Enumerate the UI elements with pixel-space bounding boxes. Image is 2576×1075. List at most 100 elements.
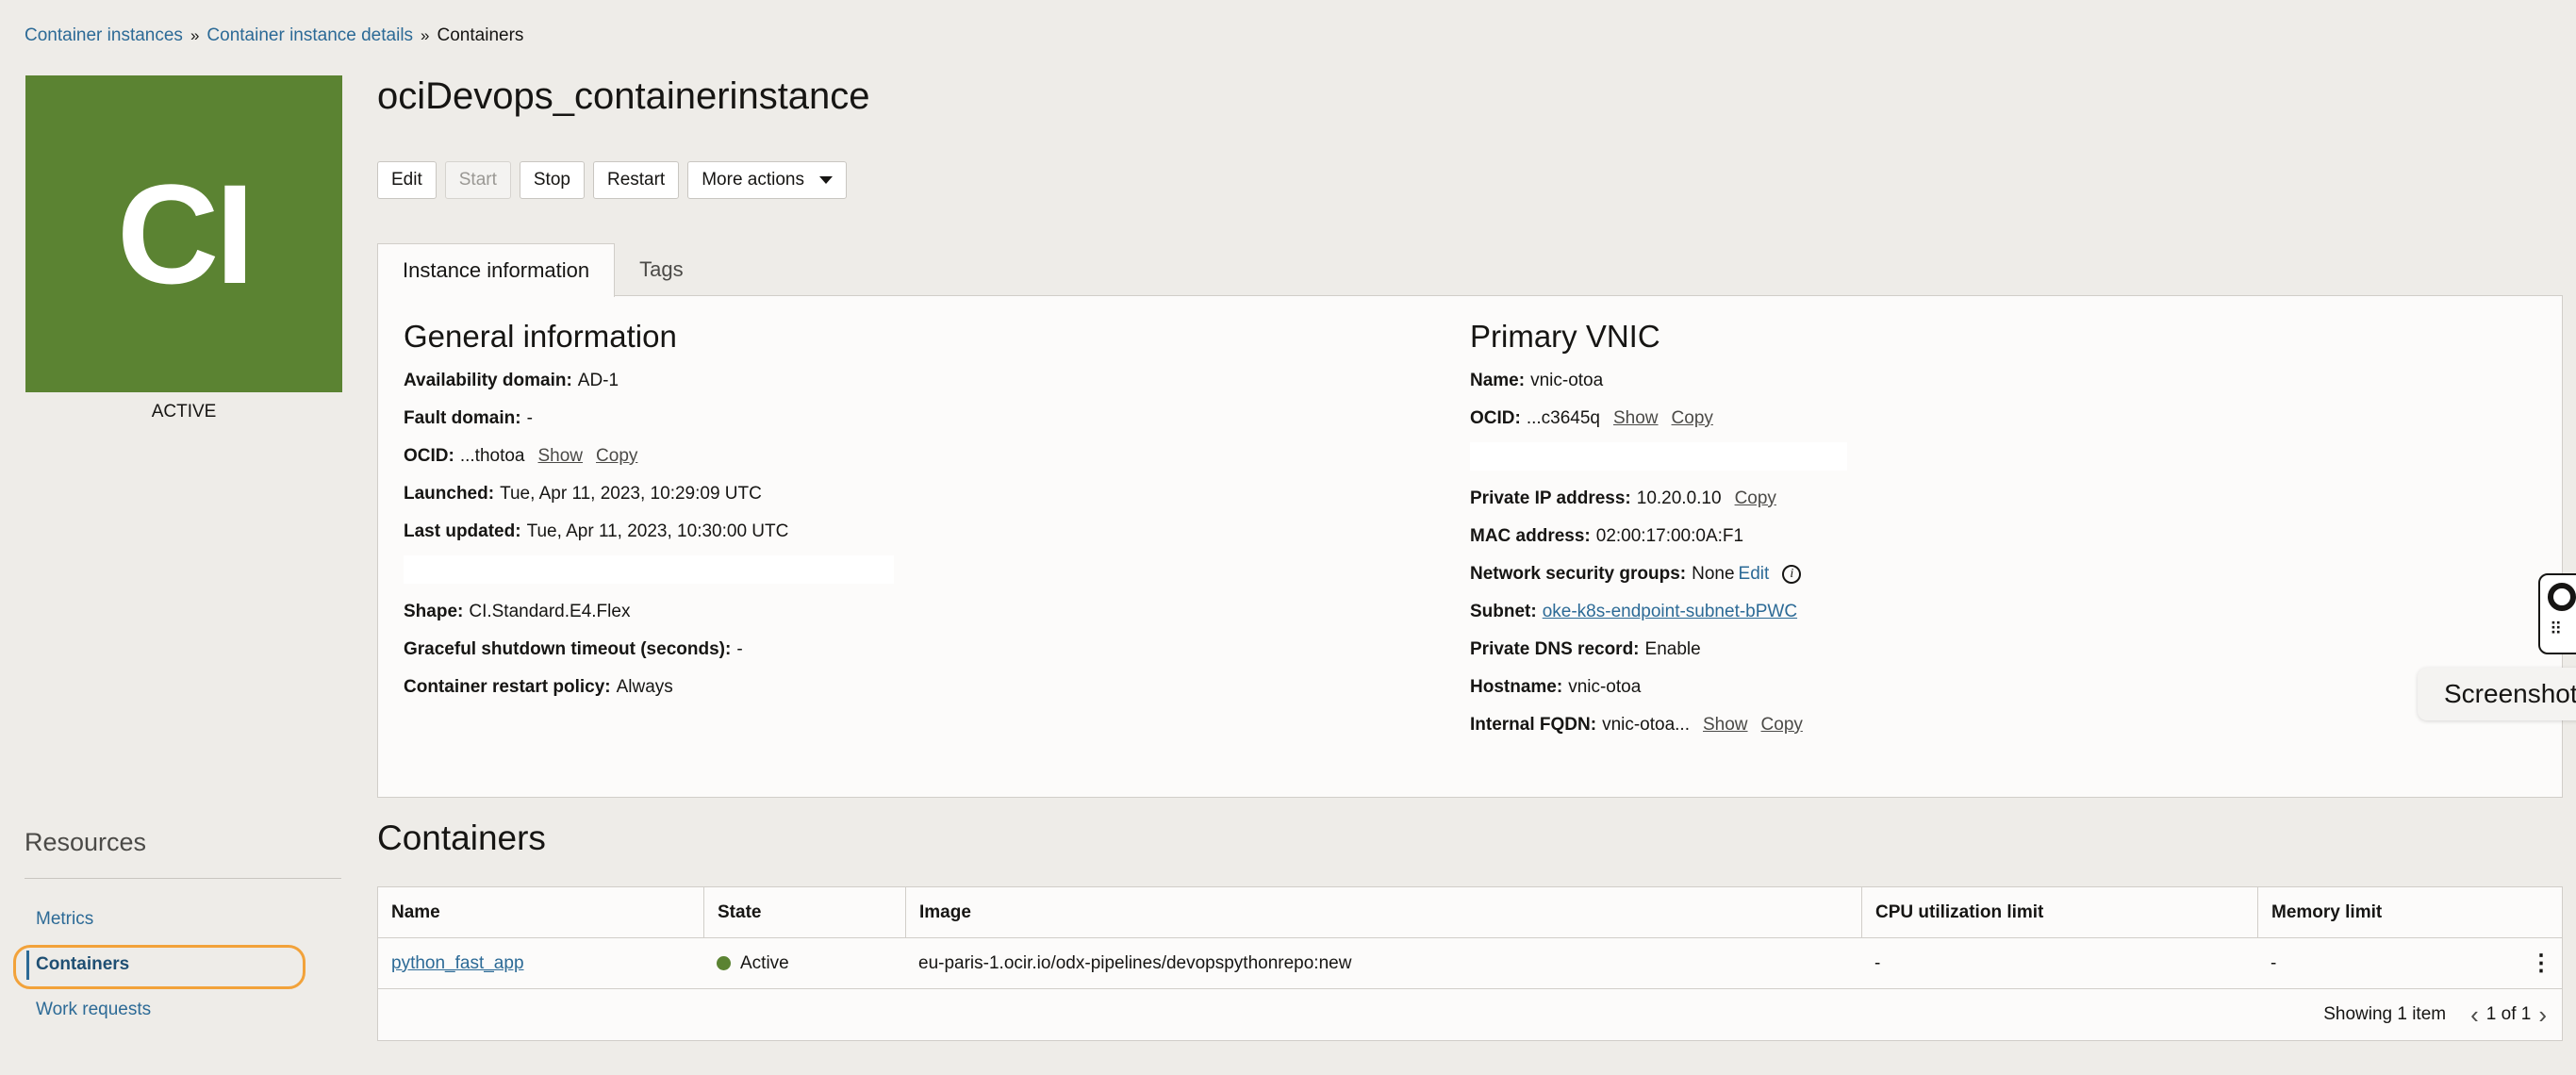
status-dot-icon — [717, 956, 731, 970]
resource-item-metrics[interactable]: Metrics — [36, 909, 93, 930]
field-value: AD-1 — [577, 371, 619, 390]
grid-icon: ⠿ — [2550, 620, 2564, 638]
field-label: Graceful shutdown timeout (seconds): — [404, 639, 732, 659]
page-indicator: 1 of 1 — [2485, 1004, 2532, 1024]
breadcrumb-container-instances[interactable]: Container instances — [25, 25, 183, 46]
chevron-right-icon[interactable]: › — [2538, 1002, 2547, 1027]
field-label: Availability domain: — [404, 371, 572, 390]
caret-down-icon — [819, 176, 833, 184]
subnet-link[interactable]: oke-k8s-endpoint-subnet-bPWC — [1543, 602, 1797, 622]
resources-divider — [25, 878, 341, 879]
ocid-show-link[interactable]: Show — [538, 446, 584, 467]
tab-bar: Instance information Tags — [377, 243, 708, 297]
mac-address-row: MAC address: 02:00:17:00:0A:F1 — [1470, 518, 2413, 555]
fqdn-copy-link[interactable]: Copy — [1761, 715, 1803, 736]
field-label: Internal FQDN: — [1470, 715, 1597, 735]
container-memory-cell: - ⋮ — [2257, 938, 2562, 988]
field-label: MAC address: — [1470, 526, 1591, 546]
breadcrumb: Container instances » Container instance… — [25, 25, 523, 46]
action-toolbar: Edit Start Stop Restart More actions — [377, 161, 847, 199]
field-label: Private IP address: — [1470, 488, 1631, 508]
resource-item-containers[interactable]: Containers — [36, 954, 129, 975]
row-actions-kebab-icon[interactable]: ⋮ — [2530, 951, 2552, 975]
field-value: Always — [616, 677, 673, 697]
field-label: Container restart policy: — [404, 677, 611, 697]
container-name-link[interactable]: python_fast_app — [391, 953, 524, 974]
container-cpu-cell: - — [1874, 952, 1881, 973]
field-label: Hostname: — [1470, 677, 1563, 697]
more-actions-label: More actions — [702, 170, 804, 190]
field-value: 10.20.0.10 — [1636, 488, 1722, 508]
resources-title: Resources — [25, 828, 147, 856]
field-label: Last updated: — [404, 521, 521, 541]
column-header-image[interactable]: Image — [905, 887, 1861, 937]
stop-button[interactable]: Stop — [519, 161, 585, 199]
hostname-row: Hostname: vnic-otoa — [1470, 669, 2413, 706]
last-updated-row: Last updated: Tue, Apr 11, 2023, 10:30:0… — [404, 513, 1346, 551]
resource-item-work-requests[interactable]: Work requests — [36, 1000, 151, 1020]
field-label: Launched: — [404, 484, 495, 504]
ocid-copy-link[interactable]: Copy — [596, 446, 637, 467]
private-ip-copy-link[interactable]: Copy — [1735, 488, 1776, 509]
column-header-name[interactable]: Name — [378, 887, 703, 937]
avatar-initials: CI — [117, 154, 255, 313]
resource-item-active-indicator — [26, 951, 29, 980]
lifebuoy-icon — [2548, 583, 2576, 611]
field-value: 02:00:17:00:0A:F1 — [1595, 526, 1744, 546]
tab-tags[interactable]: Tags — [615, 243, 707, 296]
more-actions-button[interactable]: More actions — [687, 161, 847, 199]
fault-domain-row: Fault domain: - — [404, 400, 1346, 438]
fqdn-row: Internal FQDN: vnic-otoa... Show Copy — [1470, 706, 2413, 744]
field-value: vnic-otoa... — [1602, 715, 1690, 735]
start-button: Start — [444, 161, 511, 199]
fqdn-show-link[interactable]: Show — [1703, 715, 1748, 736]
placeholder-bar — [404, 555, 894, 584]
placeholder-bar — [1470, 442, 1847, 471]
vnic-ocid-show-link[interactable]: Show — [1613, 408, 1659, 429]
field-value: ...c3645q — [1526, 408, 1600, 428]
tab-instance-information[interactable]: Instance information — [377, 243, 616, 297]
chevron-left-icon[interactable]: ‹ — [2470, 1002, 2479, 1027]
container-image-cell: eu-paris-1.ocir.io/odx-pipelines/devopsp… — [918, 952, 1352, 973]
screenshot-button[interactable]: Screenshot — [2418, 668, 2576, 720]
edit-button[interactable]: Edit — [377, 161, 437, 199]
help-widget[interactable]: ⠿ — [2538, 573, 2576, 654]
breadcrumb-container-instance-details[interactable]: Container instance details — [206, 25, 413, 46]
container-name-cell: python_fast_app — [378, 938, 703, 988]
field-label: OCID: — [1470, 408, 1521, 428]
column-header-cpu[interactable]: CPU utilization limit — [1861, 887, 2257, 937]
field-value: None — [1692, 564, 1735, 584]
breadcrumb-separator: » — [190, 26, 200, 44]
nsg-edit-link[interactable]: Edit — [1739, 564, 1770, 585]
vnic-ocid-copy-link[interactable]: Copy — [1672, 408, 1713, 429]
column-header-memory[interactable]: Memory limit — [2257, 887, 2562, 937]
nsg-row: Network security groups: None Edit i — [1470, 555, 2413, 593]
field-label: Fault domain: — [404, 408, 521, 428]
container-state-cell: Active — [703, 938, 905, 988]
field-value: vnic-otoa — [1568, 677, 1642, 697]
containers-title: Containers — [377, 819, 546, 857]
breadcrumb-separator: » — [421, 26, 430, 44]
column-header-state[interactable]: State — [703, 887, 905, 937]
restart-button[interactable]: Restart — [592, 161, 680, 199]
field-label: Subnet: — [1470, 602, 1537, 621]
field-label: Private DNS record: — [1470, 639, 1640, 659]
shape-row: Shape: CI.Standard.E4.Flex — [404, 593, 1346, 631]
private-dns-row: Private DNS record: Enable — [1470, 631, 2413, 669]
primary-vnic-title: Primary VNIC — [1470, 319, 1660, 354]
subnet-row: Subnet: oke-k8s-endpoint-subnet-bPWC — [1470, 593, 2413, 631]
info-icon[interactable]: i — [1782, 565, 1802, 584]
field-value: ...thotoa — [459, 446, 525, 466]
field-value: Tue, Apr 11, 2023, 10:29:09 UTC — [500, 484, 762, 504]
general-information-section: General information Availability domain:… — [404, 319, 1346, 706]
primary-vnic-section: Primary VNIC Name: vnic-otoa OCID: ...c3… — [1470, 319, 2413, 744]
field-value: CI.Standard.E4.Flex — [469, 602, 631, 621]
field-value: Tue, Apr 11, 2023, 10:30:00 UTC — [526, 521, 789, 541]
availability-domain-row: Availability domain: AD-1 — [404, 362, 1346, 400]
field-label: OCID: — [404, 446, 454, 466]
field-label: Shape: — [404, 602, 464, 621]
page-title: ociDevops_containerinstance — [377, 75, 870, 117]
ocid-row: OCID: ...thotoa Show Copy — [404, 438, 1346, 475]
field-label: Network security groups: — [1470, 564, 1687, 584]
table-header: Name State Image CPU utilization limit M… — [378, 887, 2562, 938]
